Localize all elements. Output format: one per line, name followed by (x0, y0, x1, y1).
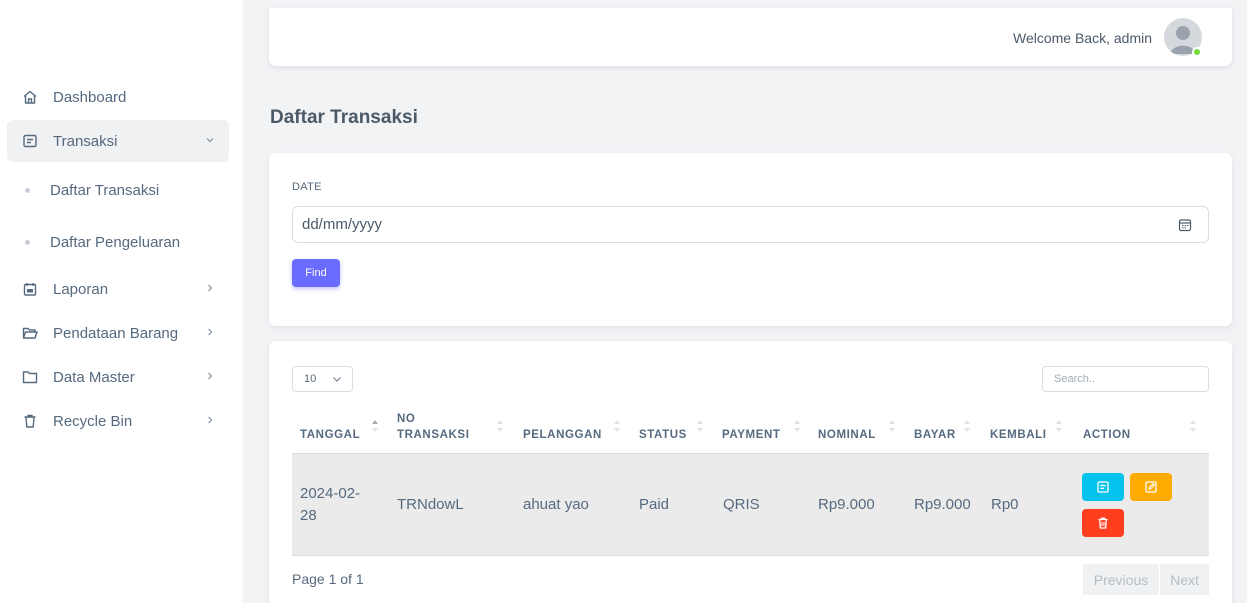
cell-nominal: Rp9.000 (818, 496, 875, 513)
welcome-text: Welcome Back, admin (1012, 30, 1152, 46)
cell-tanggal: 2024-02- 28 (300, 483, 360, 527)
sidebar: Dashboard Transaksi Daftar Transaksi Daf… (0, 0, 243, 603)
home-icon (21, 88, 39, 106)
page-length-value: 10 (304, 373, 317, 385)
receipt-icon (1097, 481, 1109, 493)
sort-icon (889, 420, 895, 432)
previous-page-button[interactable]: Previous (1083, 564, 1159, 595)
sidebar-item-transaksi[interactable]: Transaksi (7, 120, 229, 162)
transactions-table-card: 10 Search.. TANGGAL NO TRANSAKSI PELANGG… (269, 341, 1232, 603)
receipt-icon (21, 132, 39, 150)
bullet-icon (25, 239, 30, 245)
sort-icon (497, 420, 503, 432)
folder-open-icon (21, 324, 39, 342)
sort-icon (697, 420, 703, 432)
sort-icon (1056, 420, 1062, 432)
calendar-icon (21, 280, 39, 298)
cell-line: 2024-02- (300, 485, 361, 502)
sidebar-item-recycle-bin[interactable]: Recycle Bin (7, 400, 229, 442)
sidebar-item-label: Dashboard (53, 88, 127, 106)
table-row: 2024-02- 28 TRNdowL ahuat yao Paid QRIS … (292, 453, 1209, 556)
sidebar-item-data-master[interactable]: Data Master (7, 356, 229, 398)
sort-icon (372, 420, 378, 432)
column-header-payment[interactable]: PAYMENT (722, 427, 781, 443)
view-detail-button[interactable] (1082, 473, 1124, 501)
sidebar-item-label: Transaksi (53, 132, 118, 150)
sidebar-item-laporan[interactable]: Laporan (7, 268, 229, 310)
column-header-kembali[interactable]: KEMBALI (990, 427, 1047, 443)
bullet-icon (25, 187, 30, 193)
column-header-bayar[interactable]: BAYAR (914, 427, 956, 443)
chevron-down-icon (332, 374, 342, 384)
date-input[interactable]: dd/mm/yyyy (292, 206, 1209, 243)
cell-status: Paid (639, 496, 670, 513)
sidebar-item-label: Pendataan Barang (53, 324, 179, 342)
find-button[interactable]: Find (292, 259, 340, 287)
edit-button[interactable] (1130, 473, 1172, 501)
chevron-right-icon (203, 325, 217, 339)
sidebar-subitem-daftar-pengeluaran[interactable]: Daftar Pengeluaran (7, 216, 229, 268)
next-page-button[interactable]: Next (1160, 564, 1209, 595)
page-title: Daftar Transaksi (270, 107, 418, 128)
search-placeholder: Search.. (1054, 373, 1095, 385)
column-header-action[interactable]: ACTION (1083, 427, 1131, 443)
sidebar-item-label: Laporan (53, 280, 109, 298)
trash-icon (1098, 517, 1108, 529)
column-header-status[interactable]: STATUS (639, 427, 687, 443)
column-header-line: TRANSAKSI (397, 429, 470, 441)
sidebar-item-label: Data Master (53, 368, 135, 386)
chevron-right-icon (203, 281, 217, 295)
edit-icon (1145, 481, 1157, 493)
folder-icon (21, 368, 39, 386)
chevron-down-icon (203, 133, 217, 147)
sort-icon (794, 420, 800, 432)
delete-button[interactable] (1082, 509, 1124, 537)
online-status-indicator (1192, 47, 1202, 57)
filter-card: DATE dd/mm/yyyy Find (269, 153, 1232, 326)
date-placeholder: dd/mm/yyyy (302, 216, 383, 233)
pagination-info: Page 1 of 1 (292, 571, 364, 587)
page-length-select[interactable]: 10 (292, 366, 353, 392)
chevron-right-icon (203, 413, 217, 427)
trash-icon (21, 412, 39, 430)
cell-no-transaksi: TRNdowL (397, 496, 464, 513)
sort-icon (1190, 420, 1196, 432)
sidebar-menu: Dashboard Transaksi Daftar Transaksi Daf… (7, 76, 229, 444)
cell-bayar: Rp9.000 (914, 496, 971, 513)
sidebar-subitem-label: Daftar Pengeluaran (50, 233, 181, 251)
column-header-nominal[interactable]: NOMINAL (818, 427, 876, 443)
sort-icon (614, 420, 620, 432)
sort-icon (964, 420, 970, 432)
sidebar-item-pendataan-barang[interactable]: Pendataan Barang (7, 312, 229, 354)
date-label: DATE (292, 181, 322, 193)
calendar-picker-icon[interactable] (1178, 218, 1192, 232)
chevron-right-icon (203, 369, 217, 383)
cell-payment: QRIS (723, 496, 760, 513)
sidebar-subitem-label: Daftar Transaksi (50, 181, 160, 199)
cell-line: 28 (300, 507, 317, 524)
column-header-no-transaksi[interactable]: NO TRANSAKSI (397, 411, 470, 443)
cell-pelanggan: ahuat yao (523, 496, 589, 513)
sidebar-item-label: Recycle Bin (53, 412, 133, 430)
column-header-pelanggan[interactable]: PELANGGAN (523, 427, 602, 443)
column-header-line: NO (397, 413, 416, 425)
sidebar-item-dashboard[interactable]: Dashboard (7, 76, 229, 118)
top-navbar: Welcome Back, admin (269, 8, 1232, 66)
cell-kembali: Rp0 (991, 496, 1019, 513)
search-input[interactable]: Search.. (1042, 366, 1209, 392)
sidebar-subitem-daftar-transaksi[interactable]: Daftar Transaksi (7, 164, 229, 216)
column-header-tanggal[interactable]: TANGGAL (300, 427, 360, 443)
